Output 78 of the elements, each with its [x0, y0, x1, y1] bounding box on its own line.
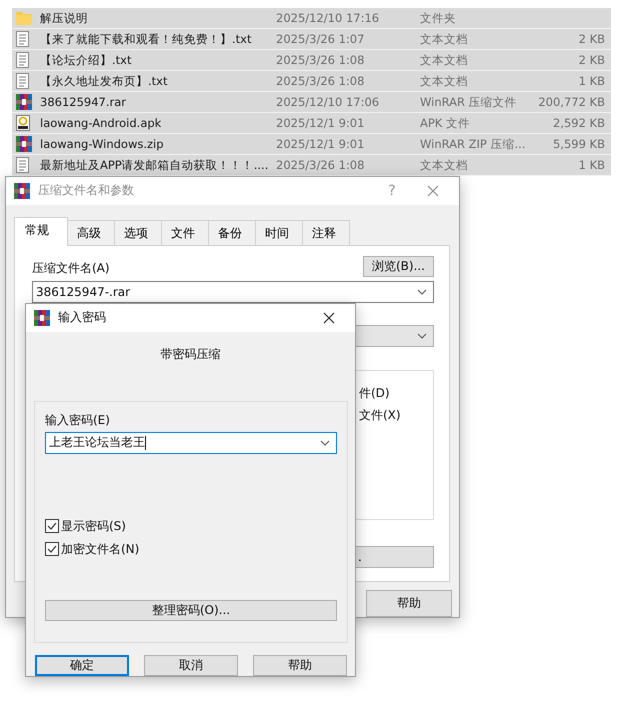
chevron-down-icon[interactable]: [417, 288, 427, 295]
file-row[interactable]: 【来了就能下载和观看！纯免费！】.txt 2025/3/26 1:07 文本文档 2 KB: [12, 29, 611, 50]
archive-icon: [16, 136, 32, 152]
file-type: APK 文件: [420, 116, 471, 130]
text-file-icon: [16, 73, 29, 89]
file-row[interactable]: 最新地址及APP请发邮箱自动获取！！！.... 2025/3/26 1:08 文本文档 1 KB: [12, 155, 611, 176]
checkbox-label: 加密文件名(N): [61, 540, 140, 558]
check-icon: [47, 545, 57, 554]
apk-file-icon: [16, 115, 30, 131]
checkbox[interactable]: 显示密码(S): [45, 518, 337, 535]
checkbox-box[interactable]: [45, 542, 59, 556]
file-type: 文本文档: [420, 158, 469, 172]
file-type: 文本文档: [420, 74, 469, 88]
file-name: laowang-Windows.zip: [39, 137, 165, 151]
file-date: 2025/3/26 1:08: [276, 74, 366, 88]
winrar-icon: [14, 182, 30, 199]
checkbox-label: 显示密码(S): [61, 518, 126, 535]
file-date: 2025/3/26 1:08: [276, 158, 366, 172]
help-button[interactable]: 帮助: [366, 590, 452, 617]
archive-icon: [16, 94, 32, 110]
text-file-icon: [16, 52, 29, 68]
checkbox-box[interactable]: [45, 519, 59, 534]
file-row[interactable]: 解压说明 2025/12/10 17:16 文件夹: [12, 8, 611, 29]
file-name: 386125947.rar: [39, 95, 128, 109]
file-row[interactable]: 【论坛介绍】.txt 2025/3/26 1:08 文本文档 2 KB: [12, 50, 611, 71]
file-date: 2025/12/10 17:16: [276, 11, 380, 25]
text-file-icon: [16, 31, 29, 47]
file-name: 最新地址及APP请发邮箱自动获取！！！....: [39, 158, 270, 172]
window-title: 压缩文件名和参数: [38, 182, 135, 200]
file-date: 2025/3/26 1:07: [276, 32, 366, 46]
field-label: 输入密码(E): [45, 412, 111, 429]
file-name: 【来了就能下载和观看！纯免费！】.txt: [39, 32, 252, 46]
file-type: 文本文档: [420, 52, 469, 68]
checkbox[interactable]: 加密文件名(N): [45, 540, 337, 558]
file-size: 1 KB: [578, 158, 605, 172]
dialog-heading: 带密码压缩: [160, 346, 222, 363]
file-row[interactable]: laowang-Android.apk 2025/12/1 9:01 APK 文件 2,592 KB: [12, 113, 611, 134]
tab[interactable]: 常规: [14, 216, 68, 246]
tab[interactable]: 注释: [302, 220, 350, 246]
file-size: 200,772 KB: [537, 95, 605, 109]
password-field[interactable]: 上老王论坛当老王: [45, 432, 337, 454]
folder-icon: [16, 11, 32, 25]
close-icon[interactable]: [323, 312, 335, 324]
file-type: WinRAR ZIP 压缩...: [420, 136, 526, 152]
option-label: 件(D): [359, 384, 391, 402]
file-row[interactable]: laowang-Windows.zip 2025/12/1 9:01 WinRAR ZIP 压缩... 5,599 KB: [12, 134, 611, 155]
file-date: 2025/12/10 17:06: [276, 95, 380, 109]
dialog-button[interactable]: 帮助: [253, 655, 347, 676]
file-name: laowang-Android.apk: [39, 116, 162, 130]
archive-name-field[interactable]: 386125947-.rar: [32, 280, 434, 303]
file-type: 文本文档: [420, 32, 469, 46]
file-size: 1 KB: [578, 74, 605, 88]
file-name: 【永久地址发布页】.txt: [39, 74, 168, 88]
file-type: 文件夹: [420, 10, 457, 26]
browse-button[interactable]: 浏览(B)...: [362, 256, 434, 277]
file-date: 2025/12/1 9:01: [276, 137, 366, 151]
file-size: 2,592 KB: [552, 116, 605, 130]
text-file-icon: [16, 157, 29, 173]
file-size: 5,599 KB: [552, 137, 605, 151]
option-label: 文件(X): [359, 406, 402, 424]
file-row[interactable]: 【永久地址发布页】.txt 2025/3/26 1:08 文本文档 1 KB: [12, 71, 611, 92]
winrar-icon: [34, 310, 50, 326]
file-date: 2025/3/26 1:08: [276, 53, 366, 67]
chevron-down-icon[interactable]: [417, 332, 427, 339]
file-type: WinRAR 压缩文件: [420, 94, 518, 110]
dialog-button[interactable]: 取消: [144, 655, 238, 676]
file-size: 2 KB: [578, 53, 605, 67]
file-name: 解压说明: [39, 10, 89, 26]
organize-passwords-button[interactable]: 整理密码(O)...: [45, 600, 337, 621]
chevron-down-icon[interactable]: [320, 440, 330, 446]
check-icon: [47, 522, 57, 530]
dialog-button[interactable]: 确定: [35, 655, 129, 676]
window-title: 输入密码: [58, 309, 107, 326]
file-row[interactable]: 386125947.rar 2025/12/10 17:06 WinRAR 压缩文件 200,772 KB: [12, 92, 611, 113]
file-date: 2025/12/1 9:01: [276, 116, 366, 130]
file-size: 2 KB: [578, 32, 605, 46]
file-name: 【论坛介绍】.txt: [39, 52, 132, 68]
field-label: 压缩文件名(A): [32, 260, 110, 277]
